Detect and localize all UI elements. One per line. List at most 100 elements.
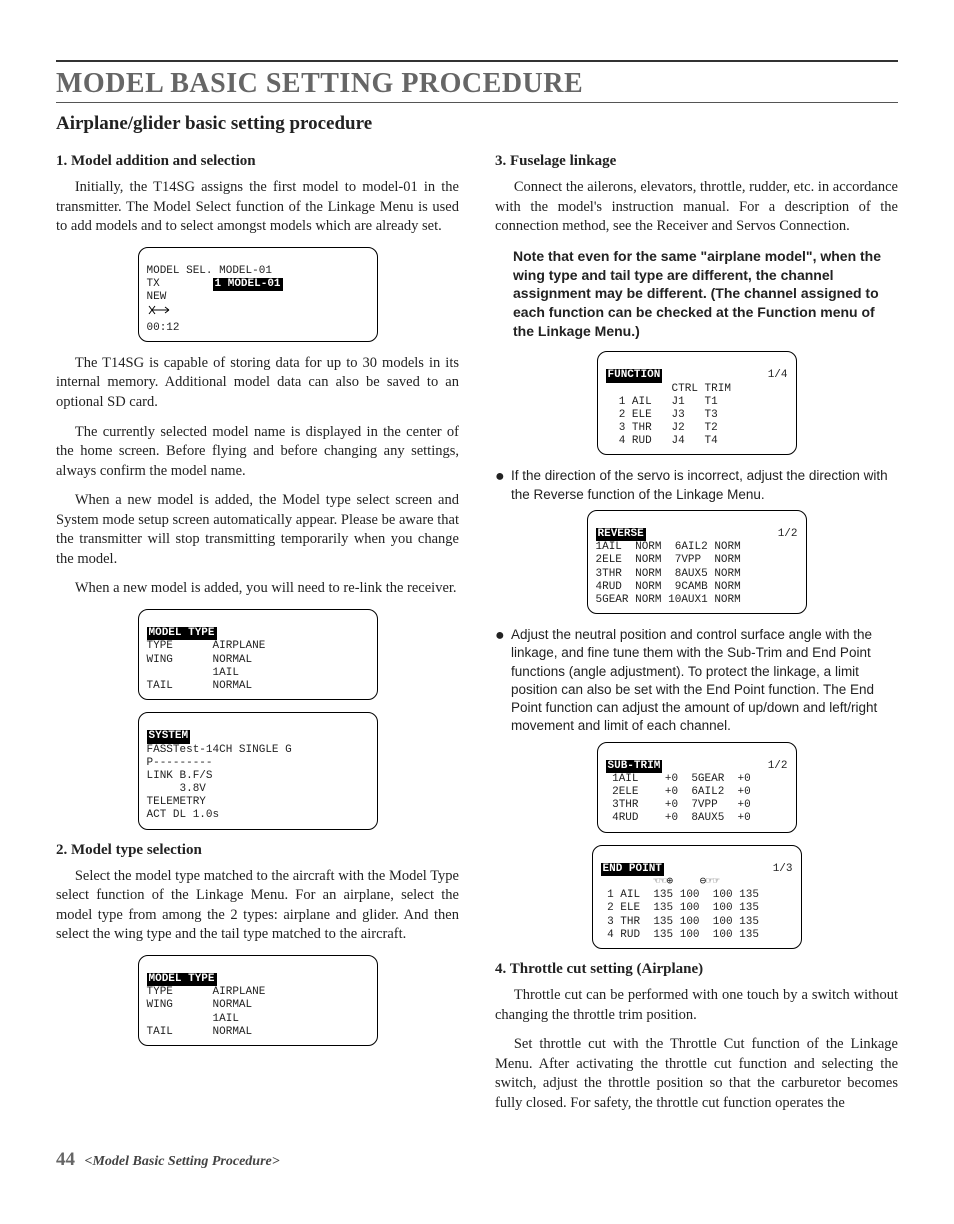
lcd-fn-r3c1: J4 bbox=[672, 435, 685, 447]
lcd-sys-l4: TELEMETRY bbox=[147, 796, 206, 808]
step3-bullet1-text: If the direction of the servo is incorre… bbox=[511, 467, 898, 503]
lcd-model-sel-title: MODEL SEL. bbox=[147, 265, 213, 277]
lcd-mtb-r0v: AIRPLANE bbox=[213, 986, 266, 998]
lcd-model-type-a: MODEL TYPE TYPE AIRPLANE WING NORMAL 1AI… bbox=[138, 609, 378, 700]
antenna-icon bbox=[147, 308, 173, 320]
bullet-dot-icon: ● bbox=[495, 467, 511, 503]
lcd-system: SYSTEM FASSTest-14CH SINGLE G P---------… bbox=[138, 712, 378, 830]
page-title: MODEL BASIC SETTING PROCEDURE bbox=[56, 68, 898, 100]
lcd-sys-l5: ACT DL 1.0s bbox=[147, 809, 220, 821]
page-footer-label: <Model Basic Setting Procedure> bbox=[85, 1154, 280, 1169]
lcd-fn-h1: CTRL bbox=[672, 383, 698, 395]
lcd-ep-r3c2: 100 135 bbox=[713, 929, 759, 941]
step1-heading: 1. Model addition and selection bbox=[56, 153, 459, 170]
step1-p3: The currently selected model name is dis… bbox=[56, 423, 459, 482]
lcd-fn-r2c2: T2 bbox=[705, 422, 718, 434]
lcd-st-r3c0: 4RUD bbox=[612, 812, 638, 824]
two-column-layout: 1. Model addition and selection Initiall… bbox=[56, 147, 898, 1123]
lcd-fn-r3c0: 4 RUD bbox=[619, 435, 652, 447]
lcd-fn-r0c1: J1 bbox=[672, 396, 685, 408]
lcd-st-r2c3: +0 bbox=[738, 799, 751, 811]
lcd-mtb-r1k: WING bbox=[147, 999, 173, 1011]
step3-bullet1: ● If the direction of the servo is incor… bbox=[495, 467, 898, 503]
lcd-st-r2c0: 3THR bbox=[612, 799, 638, 811]
lcd-ep-r1c1: 135 100 bbox=[653, 902, 699, 914]
lcd-new-row: NEW bbox=[147, 291, 167, 303]
lcd-sys-l3: 3.8V bbox=[147, 783, 206, 795]
lcd-sys-l2: LINK B.F/S bbox=[147, 770, 213, 782]
lcd-st-r3c3: +0 bbox=[738, 812, 751, 824]
lcd-st-r2c1: +0 bbox=[665, 799, 678, 811]
lcd-st-r1c2: 6AIL2 bbox=[691, 786, 724, 798]
page-subtitle: Airplane/glider basic setting procedure bbox=[56, 113, 898, 135]
step3-heading: 3. Fuselage linkage bbox=[495, 153, 898, 170]
lcd-st-r3c1: +0 bbox=[665, 812, 678, 824]
lcd-rev-page: 1/2 bbox=[778, 528, 798, 541]
lcd-st-r0c2: 5GEAR bbox=[691, 773, 724, 785]
lcd-st-r1c0: 2ELE bbox=[612, 786, 638, 798]
lcd-ep-arrL: ☜☜⊕ bbox=[653, 876, 673, 888]
lcd-ep-r2c1: 135 100 bbox=[653, 916, 699, 928]
bullet-dot-icon: ● bbox=[495, 626, 511, 735]
lcd-sys-title: SYSTEM bbox=[147, 730, 191, 743]
step4-p2: Set throttle cut with the Throttle Cut f… bbox=[495, 1035, 898, 1113]
step4-heading: 4. Throttle cut setting (Airplane) bbox=[495, 961, 898, 978]
step3-bullet2-text: Adjust the neutral position and control … bbox=[511, 626, 898, 735]
lcd-fn-r1c2: T3 bbox=[705, 409, 718, 421]
lcd-st-r0c3: +0 bbox=[738, 773, 751, 785]
lcd-fn-r0c0: 1 AIL bbox=[619, 396, 652, 408]
lcd-rev-r2: 3THR NORM 8AUX5 NORM bbox=[596, 568, 741, 580]
step1-p2: The T14SG is capable of storing data for… bbox=[56, 354, 459, 413]
lcd-mtb-title: MODEL TYPE bbox=[147, 973, 217, 986]
lcd-ep-r0c1: 135 100 bbox=[653, 889, 699, 901]
lcd-mta-r0v: AIRPLANE bbox=[213, 640, 266, 652]
lcd-model-sel-model: MODEL-01 bbox=[219, 265, 272, 277]
lcd-rev-r0: 1AIL NORM 6AIL2 NORM bbox=[596, 541, 741, 553]
lcd-time: 00:12 bbox=[147, 322, 180, 334]
lcd-ep-r1c2: 100 135 bbox=[713, 902, 759, 914]
lcd-mtb-r0k: TYPE bbox=[147, 986, 173, 998]
lcd-mta-r0k: TYPE bbox=[147, 640, 173, 652]
step3-note: Note that even for the same "airplane mo… bbox=[513, 247, 890, 341]
right-column: 3. Fuselage linkage Connect the ailerons… bbox=[495, 147, 898, 1123]
lcd-ep-r0c0: 1 AIL bbox=[607, 889, 640, 901]
title-underline bbox=[56, 102, 898, 103]
lcd-ep-r3c1: 135 100 bbox=[653, 929, 699, 941]
lcd-ep-title: END POINT bbox=[601, 863, 664, 876]
lcd-mta-r2v: 1AIL bbox=[213, 667, 239, 679]
lcd-mtb-r3v: NORMAL bbox=[213, 1026, 253, 1038]
lcd-fn-r0c2: T1 bbox=[705, 396, 718, 408]
lcd-mta-r1v: NORMAL bbox=[213, 654, 253, 666]
step1-p5: When a new model is added, you will need… bbox=[56, 579, 459, 599]
lcd-fn-r1c0: 2 ELE bbox=[619, 409, 652, 421]
lcd-fn-r2c1: J2 bbox=[672, 422, 685, 434]
lcd-mtb-r2v: 1AIL bbox=[213, 1013, 239, 1025]
lcd-fn-page: 1/4 bbox=[768, 369, 788, 382]
lcd-sys-l0: FASSTest-14CH SINGLE G bbox=[147, 744, 292, 756]
lcd-tx-row: TX bbox=[147, 278, 160, 290]
lcd-ep-r2c0: 3 THR bbox=[607, 916, 640, 928]
lcd-st-title: SUB-TRIM bbox=[606, 760, 663, 773]
lcd-rev-r1: 2ELE NORM 7VPP NORM bbox=[596, 554, 741, 566]
lcd-endpoint: END POINT1/3 ☜☜⊕ ⊖☞☞ 1 AIL 135 100 100 1… bbox=[592, 845, 802, 949]
lcd-fn-r2c0: 3 THR bbox=[619, 422, 652, 434]
lcd-fn-r1c1: J3 bbox=[672, 409, 685, 421]
lcd-ep-r2c2: 100 135 bbox=[713, 916, 759, 928]
lcd-subtrim: SUB-TRIM 1/2 1AIL +0 5GEAR +0 2ELE +0 6AI… bbox=[597, 742, 797, 833]
lcd-sys-l1: P--------- bbox=[147, 757, 213, 769]
step1-p4: When a new model is added, the Model typ… bbox=[56, 491, 459, 569]
step1-p1: Initially, the T14SG assigns the first m… bbox=[56, 178, 459, 237]
lcd-function: FUNCTION1/4 CTRL TRIM 1 AIL J1 T1 2 ELE … bbox=[597, 351, 797, 455]
lcd-mtb-r1v: NORMAL bbox=[213, 999, 253, 1011]
lcd-st-r2c2: 7VPP bbox=[691, 799, 717, 811]
lcd-rev-r3: 4RUD NORM 9CAMB NORM bbox=[596, 581, 741, 593]
lcd-st-r1c1: +0 bbox=[665, 786, 678, 798]
top-rule-thick bbox=[56, 60, 898, 62]
lcd-st-r0c0: 1AIL bbox=[612, 773, 638, 785]
lcd-st-page: 1/2 bbox=[768, 760, 788, 773]
lcd-reverse: REVERSE 1/2 1AIL NORM 6AIL2 NORM 2ELE NOR… bbox=[587, 510, 807, 614]
lcd-mta-r1k: WING bbox=[147, 654, 173, 666]
lcd-rev-title: REVERSE bbox=[596, 528, 646, 541]
lcd-selected-model: 1 MODEL-01 bbox=[213, 278, 283, 291]
lcd-ep-arrR: ⊖☞☞ bbox=[700, 876, 720, 888]
